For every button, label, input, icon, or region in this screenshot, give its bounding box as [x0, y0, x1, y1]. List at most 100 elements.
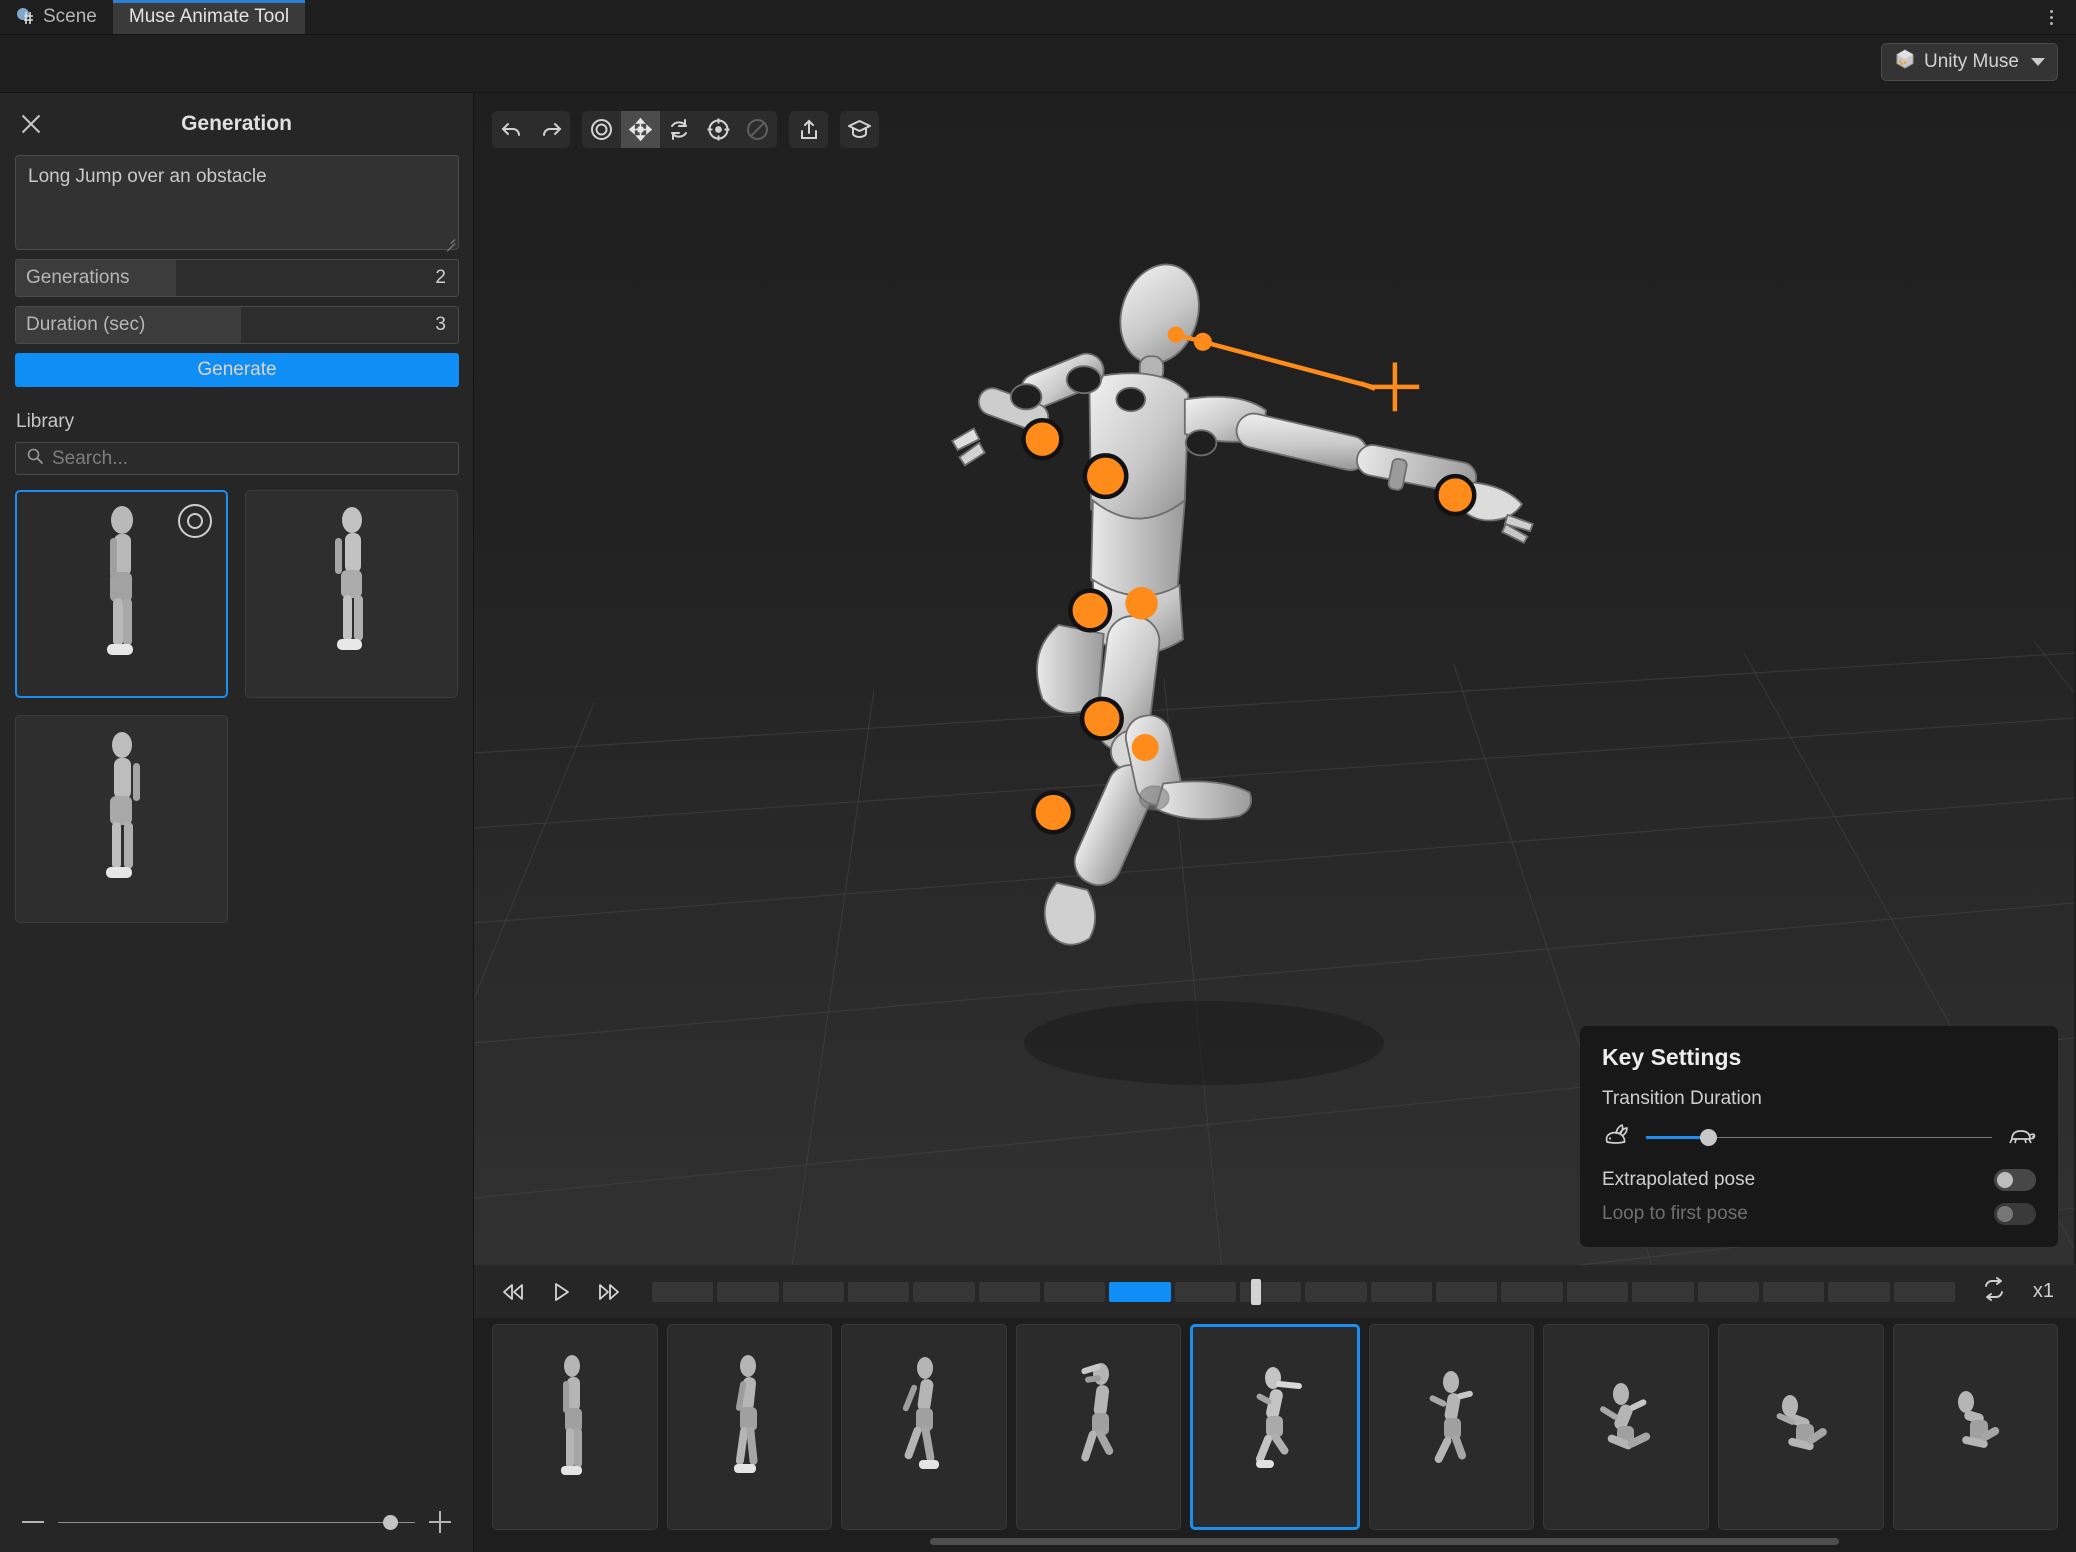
move-tool[interactable]	[621, 111, 660, 148]
timeline-segment[interactable]	[913, 1281, 975, 1302]
muse-header-bar: Unity Muse	[0, 35, 2076, 92]
tab-scene[interactable]: Scene	[0, 0, 113, 34]
viewport-toolbar	[492, 111, 879, 148]
crosshair-target-icon	[1370, 362, 1420, 412]
playback-speed-label[interactable]: x1	[2033, 1280, 2054, 1303]
unity-muse-dropdown[interactable]: Unity Muse	[1880, 43, 2058, 81]
resize-grip-icon[interactable]	[442, 233, 456, 252]
timeline-segment[interactable]	[1893, 1281, 1955, 1302]
generations-value[interactable]: 2	[176, 260, 458, 296]
library-title: Library	[16, 411, 75, 432]
transition-duration-label: Transition Duration	[1602, 1088, 1762, 1109]
transition-duration-slider[interactable]	[1646, 1129, 1992, 1147]
timeline-segment[interactable]	[1828, 1281, 1890, 1302]
prompt-input[interactable]: Long Jump over an obstacle	[15, 155, 459, 252]
learn-button[interactable]	[840, 111, 879, 148]
rotate-tool[interactable]	[660, 111, 699, 148]
timeline-segment[interactable]	[1174, 1281, 1237, 1302]
target-tool[interactable]	[699, 111, 738, 148]
generation-panel-content: Long Jump over an obstacle Generations 2…	[0, 155, 473, 923]
timeline-segment[interactable]	[1305, 1281, 1367, 1302]
duration-label: Duration (sec)	[16, 307, 241, 343]
turtle-icon	[2006, 1122, 2036, 1153]
scrollbar-thumb[interactable]	[930, 1537, 1839, 1545]
keyframe-strip	[474, 1318, 2076, 1530]
timeline-segment[interactable]	[1762, 1281, 1825, 1302]
keyframe-9[interactable]	[1892, 1324, 2059, 1530]
keyframe-6[interactable]	[1368, 1324, 1535, 1530]
loop-first-pose-row[interactable]: Loop to first pose	[1602, 1203, 2036, 1225]
library-thumb-1[interactable]	[15, 490, 228, 698]
unity-muse-label: Unity Muse	[1923, 51, 2019, 72]
timeline-right-controls: x1	[1981, 1277, 2054, 1306]
keyframe-5[interactable]	[1190, 1324, 1360, 1530]
search-input[interactable]: Search...	[15, 442, 459, 475]
timeline-segment[interactable]	[1370, 1281, 1433, 1302]
timeline-segment[interactable]	[1109, 1281, 1171, 1302]
timeline-segment[interactable]	[652, 1281, 714, 1302]
slider-fill	[1646, 1136, 1705, 1139]
fast-forward-button[interactable]	[592, 1277, 626, 1307]
keyframe-8[interactable]	[1717, 1324, 1884, 1530]
timeline-segment[interactable]	[1566, 1281, 1629, 1302]
viewport-column: Key Settings Transition Duration Extrapo…	[474, 92, 2076, 1552]
timeline-segment[interactable]	[848, 1281, 910, 1302]
loop-repeat-icon[interactable]	[1981, 1277, 2007, 1306]
close-icon[interactable]	[18, 111, 44, 137]
timeline-segment[interactable]	[1044, 1281, 1106, 1302]
editor-tab-bar: Scene Muse Animate Tool	[0, 0, 2076, 35]
undo-button[interactable]	[492, 111, 531, 148]
timeline-segment[interactable]	[978, 1281, 1041, 1302]
timeline-track[interactable]	[652, 1278, 1955, 1305]
tab-muse-animate-tool[interactable]: Muse Animate Tool	[112, 0, 306, 34]
transition-duration-row	[1602, 1122, 2036, 1153]
chevron-down-icon	[2031, 58, 2045, 66]
keyframe-7[interactable]	[1543, 1324, 1709, 1530]
horizontal-scrollbar[interactable]	[474, 1530, 2076, 1552]
select-tool[interactable]	[582, 111, 621, 148]
timeline-segment[interactable]	[782, 1281, 845, 1302]
extrapolated-pose-toggle[interactable]	[1994, 1169, 2036, 1191]
transform-tool-group	[582, 111, 777, 148]
slider-handle[interactable]	[1699, 1129, 1717, 1146]
timeline-segment[interactable]	[1632, 1281, 1694, 1302]
duration-field[interactable]: Duration (sec) 3	[15, 306, 459, 344]
extrapolated-pose-row[interactable]: Extrapolated pose	[1602, 1169, 2036, 1191]
key-settings-title: Key Settings	[1602, 1044, 1742, 1070]
timeline-segment[interactable]	[717, 1281, 779, 1302]
library-thumb-3[interactable]	[15, 715, 228, 923]
timeline-segment[interactable]	[1697, 1281, 1759, 1302]
generate-button[interactable]: Generate	[15, 353, 459, 387]
keyframe-1[interactable]	[492, 1324, 658, 1530]
muse-animate-window: Scene Muse Animate Tool Unity Muse Gener…	[0, 0, 2076, 1552]
loop-first-pose-label: Loop to first pose	[1602, 1203, 1748, 1224]
extrapolated-pose-label: Extrapolated pose	[1602, 1169, 1756, 1190]
loop-first-pose-toggle[interactable]	[1994, 1203, 2036, 1225]
plus-icon[interactable]	[429, 1511, 451, 1533]
active-ring-icon	[178, 504, 212, 538]
zoom-slider-track[interactable]	[58, 1512, 415, 1532]
timeline-segment[interactable]	[1240, 1281, 1302, 1302]
timeline-playhead[interactable]	[1251, 1278, 1262, 1305]
keyframe-4[interactable]	[1015, 1324, 1182, 1530]
rewind-button[interactable]	[496, 1277, 530, 1307]
3d-viewport[interactable]: Key Settings Transition Duration Extrapo…	[474, 93, 2076, 1265]
keyframe-2[interactable]	[666, 1324, 833, 1530]
minus-icon[interactable]	[22, 1521, 44, 1523]
duration-value[interactable]: 3	[241, 307, 458, 343]
kebab-menu-icon[interactable]	[2040, 4, 2062, 30]
play-button[interactable]	[544, 1277, 578, 1307]
library-thumb-2[interactable]	[245, 490, 458, 698]
redo-button[interactable]	[531, 111, 570, 148]
generations-field[interactable]: Generations 2	[15, 259, 459, 297]
disabled-tool[interactable]	[738, 111, 777, 148]
library-grid	[15, 490, 458, 923]
library-zoom-slider[interactable]	[0, 1492, 473, 1552]
timeline-segment[interactable]	[1436, 1281, 1498, 1302]
export-button[interactable]	[789, 111, 828, 148]
zoom-slider-handle[interactable]	[382, 1514, 398, 1530]
keyframe-3[interactable]	[841, 1324, 1007, 1530]
key-settings-panel: Key Settings Transition Duration Extrapo…	[1580, 1026, 2058, 1247]
timeline-segment[interactable]	[1501, 1281, 1563, 1302]
generations-label: Generations	[16, 260, 176, 296]
